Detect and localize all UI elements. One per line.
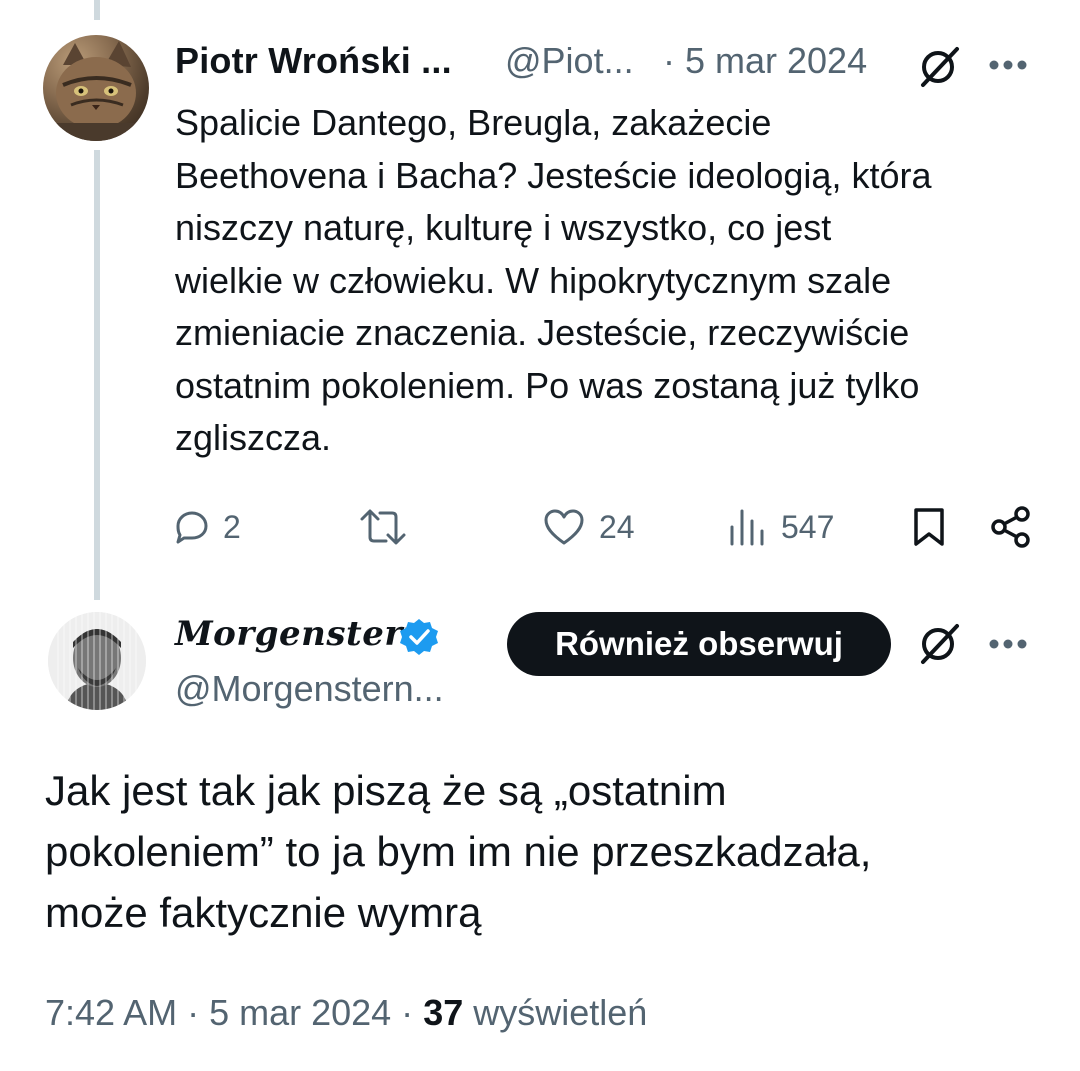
reply-author-handle[interactable]: @Morgenstern... <box>175 668 444 710</box>
reply-icon <box>176 511 208 544</box>
like-icon <box>544 509 584 545</box>
views-button[interactable]: 547 <box>727 500 834 554</box>
thread-connector <box>94 150 100 600</box>
views-icon <box>730 509 764 546</box>
thread-connector-top <box>94 0 100 20</box>
share-icon <box>991 506 1030 548</box>
grok-icon[interactable] <box>917 43 963 89</box>
like-button[interactable]: 24 <box>543 500 635 554</box>
tweet-actions: 2 24 547 <box>175 500 1045 554</box>
cat-avatar-image <box>43 41 149 141</box>
author-name[interactable]: Piotr Wroński ... <box>175 40 452 82</box>
views-count: 37 <box>423 992 464 1033</box>
like-count: 24 <box>599 508 635 545</box>
tweet-text-line: Spalicie Dantego, Breugla, zakażecie <box>175 102 772 143</box>
reply-metadata: 7:42 AM · 5 mar 2024 · 37 wyświetleń <box>45 992 647 1034</box>
more-icon[interactable] <box>987 58 1029 72</box>
tweet-text-line: zgliszcza. <box>175 417 332 458</box>
reply-text-line: Jak jest tak jak piszą że są „ostatnim <box>45 767 727 814</box>
reply-text-line: pokoleniem” to ja bym im nie przeszkadza… <box>45 828 872 875</box>
author-handle[interactable]: @Piot... <box>505 40 634 82</box>
tweet-text: Spalicie Dantego, Breugla, zakażecie Bee… <box>175 97 1035 465</box>
reply-button[interactable]: 2 <box>175 500 241 554</box>
tweet-text-line: Beethovena i Bacha? Jesteście ideologią,… <box>175 154 932 196</box>
reply-author-name[interactable]: Morgenstern <box>175 614 428 654</box>
man-avatar-image <box>48 612 146 710</box>
views-label: wyświetleń <box>473 992 648 1033</box>
avatar[interactable] <box>43 35 149 141</box>
reply-text-line: może faktycznie wymrą <box>45 889 482 936</box>
post-timestamp[interactable]: 7:42 AM · 5 mar 2024 · <box>45 992 413 1033</box>
reply-text: Jak jest tak jak piszą że są „ostatnim p… <box>45 760 1045 943</box>
reply-count: 2 <box>223 508 241 545</box>
repost-icon <box>360 509 406 545</box>
bookmark-button[interactable] <box>912 500 946 554</box>
tweet-text-line: wielkie w człowieku. W hipokrytycznym sz… <box>175 259 892 301</box>
tweet-header: Piotr Wroński ... @Piot... · 5 mar 2024 <box>175 40 1045 90</box>
verified-badge-icon[interactable] <box>398 617 440 659</box>
tweet-text-line: ostatnim pokoleniem. Po was zostaną już … <box>175 364 920 406</box>
post-date[interactable]: · 5 mar 2024 <box>663 40 867 82</box>
avatar[interactable] <box>48 612 146 710</box>
tweet-text-line: niszczy naturę, kulturę i wszystko, co j… <box>175 207 832 248</box>
views-count: 547 <box>781 508 835 545</box>
bookmark-icon <box>914 508 944 546</box>
more-icon[interactable] <box>987 637 1029 651</box>
repost-button[interactable] <box>358 500 422 554</box>
grok-icon[interactable] <box>917 620 963 666</box>
share-button[interactable] <box>990 500 1032 554</box>
follow-button[interactable]: Również obserwuj <box>507 612 891 676</box>
tweet-text-line: zmieniacie znaczenia. Jesteście, rzeczyw… <box>175 312 910 353</box>
